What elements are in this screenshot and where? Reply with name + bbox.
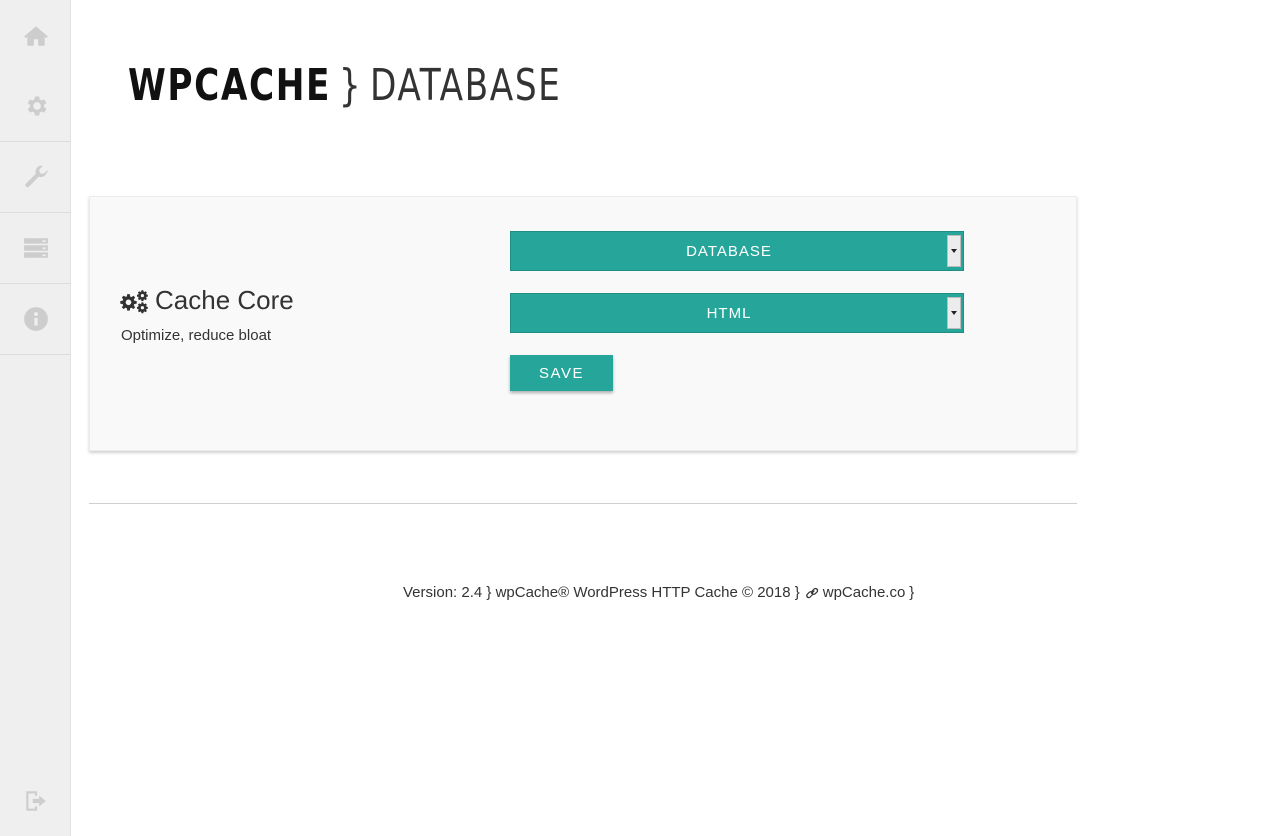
footer-closing: } xyxy=(909,584,915,601)
sidebar-item-settings[interactable] xyxy=(0,71,71,142)
link-icon xyxy=(805,587,818,598)
page-title-section: DATABASE xyxy=(370,60,562,111)
page-title-main: WPCACHE xyxy=(128,60,332,111)
wrench-icon xyxy=(24,165,48,188)
gears-icon xyxy=(120,289,148,313)
chevron-down-icon[interactable] xyxy=(947,297,961,329)
card-title: Cache Core xyxy=(155,285,294,315)
sidebar-item-database[interactable] xyxy=(0,213,71,284)
sidebar-item-home[interactable] xyxy=(0,0,71,71)
sidebar-item-info[interactable] xyxy=(0,284,71,355)
gear-icon xyxy=(27,96,46,116)
cache-type-select-value: DATABASE xyxy=(686,242,772,260)
footer-version-text: Version: 2.4 } wpCache® WordPress HTTP C… xyxy=(403,584,800,601)
cache-type-select[interactable]: DATABASE xyxy=(510,231,964,271)
footer-link[interactable]: wpCache.co xyxy=(823,584,906,601)
sidebar-item-logout[interactable] xyxy=(0,765,71,836)
sign-out-icon xyxy=(25,790,46,811)
footer: Version: 2.4 } wpCache® WordPress HTTP C… xyxy=(403,584,914,601)
cache-core-card: Cache Core Optimize, reduce bloat DATABA… xyxy=(89,196,1077,451)
save-button[interactable]: SAVE xyxy=(510,355,613,391)
home-icon xyxy=(23,25,48,46)
cache-mode-select-value: HTML xyxy=(706,304,752,322)
sidebar-item-tools[interactable] xyxy=(0,142,71,213)
server-icon xyxy=(23,238,48,258)
card-header: Cache Core xyxy=(120,285,294,316)
page-title-separator: } xyxy=(338,60,363,111)
sidebar xyxy=(0,0,71,836)
card-subtitle: Optimize, reduce bloat xyxy=(121,327,272,344)
page-title: WPCACHE} DATABASE xyxy=(128,56,561,116)
cache-mode-select[interactable]: HTML xyxy=(510,293,964,333)
chevron-down-icon[interactable] xyxy=(947,235,961,267)
divider xyxy=(89,503,1077,504)
info-icon xyxy=(23,307,48,331)
